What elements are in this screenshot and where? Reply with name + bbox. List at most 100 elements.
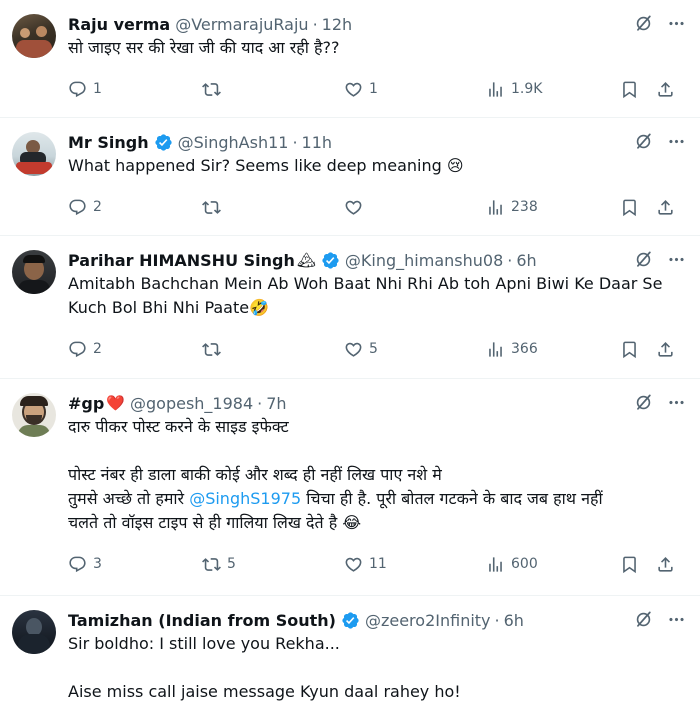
user-handle[interactable]: @gopesh_1984 (130, 394, 253, 413)
reply-icon (68, 80, 87, 99)
bookmark-icon (620, 340, 639, 359)
reply-tweet[interactable]: #gp ❤️ @gopesh_1984 · 7h दारु पीकर पोस्ट… (0, 379, 700, 596)
retweet-count: 5 (227, 556, 236, 572)
more-button[interactable] (667, 610, 686, 629)
user-handle[interactable]: @SinghAsh11 (178, 133, 289, 152)
reply-tweet[interactable]: Parihar HIMANSHU Singh 🏔 @King_himanshu0… (0, 236, 700, 379)
tweet-text-line: तुमसे अच्छे तो हमारे @SinghS1975 चिचा ही… (68, 487, 684, 511)
bookmark-button[interactable] (620, 555, 639, 574)
view-count: 366 (511, 341, 538, 357)
like-count: 1 (369, 81, 378, 97)
separator-dot: · (507, 250, 513, 270)
more-button[interactable] (667, 14, 686, 33)
bookmark-icon (620, 80, 639, 99)
view-count: 1.9K (511, 81, 543, 97)
display-name[interactable]: #gp (68, 394, 104, 413)
retweet-icon (202, 555, 221, 574)
tweet-text-line: What happened Sir? Seems like deep meani… (68, 156, 464, 175)
reply-tweet[interactable]: Tamizhan (Indian from South) @zeero2Infi… (0, 596, 700, 716)
timestamp[interactable]: 6h (504, 611, 524, 630)
tweet-text-line: Amitabh Bachchan Mein Ab Woh Baat Nhi Rh… (68, 274, 663, 293)
reply-button[interactable]: 2 (68, 340, 102, 359)
tweet-text-line: सो जाइए सर की रेखा जी की याद आ रही है?? (68, 38, 340, 57)
timestamp[interactable]: 6h (516, 251, 536, 270)
view-count: 600 (511, 556, 538, 572)
share-button[interactable] (656, 340, 675, 359)
grok-button[interactable] (634, 250, 653, 269)
share-button[interactable] (656, 80, 675, 99)
grok-button[interactable] (634, 132, 653, 151)
action-bar: 2 5 366 (68, 328, 684, 370)
retweet-button[interactable] (202, 198, 227, 217)
timestamp[interactable]: 7h (266, 394, 286, 413)
tweet-text: दारु पीकर पोस्ट करने के साइड इफेक्ट पोस्… (68, 415, 684, 535)
views-button[interactable]: 600 (486, 555, 538, 574)
name-emoji: 🏔 (296, 251, 316, 269)
like-button[interactable]: 1 (344, 80, 378, 99)
tweet-header: #gp ❤️ @gopesh_1984 · 7h (68, 391, 684, 415)
tweet-header: Parihar HIMANSHU Singh 🏔 @King_himanshu0… (68, 248, 684, 272)
share-button[interactable] (656, 555, 675, 574)
display-name[interactable]: Mr Singh (68, 133, 149, 152)
grok-icon (634, 393, 653, 412)
share-button[interactable] (656, 198, 675, 217)
display-name[interactable]: Raju verma (68, 15, 170, 34)
like-count: 11 (369, 556, 387, 572)
mention-link[interactable]: @SinghS1975 (189, 489, 301, 508)
name-emoji: ❤️ (106, 394, 125, 412)
like-button[interactable]: 5 (344, 340, 378, 359)
views-button[interactable]: 366 (486, 340, 538, 359)
tweet-text: Amitabh Bachchan Mein Ab Woh Baat Nhi Rh… (68, 272, 684, 320)
avatar[interactable] (12, 14, 56, 58)
like-button[interactable] (344, 198, 369, 217)
grok-button[interactable] (634, 14, 653, 33)
tweet-text: Sir boldho: I still love you Rekha... Ai… (68, 632, 684, 704)
user-handle[interactable]: @zeero2Infinity (365, 611, 491, 630)
grok-button[interactable] (634, 393, 653, 412)
more-button[interactable] (667, 393, 686, 412)
separator-dot: · (312, 14, 318, 34)
reply-button[interactable]: 1 (68, 80, 102, 99)
reply-button[interactable]: 3 (68, 555, 102, 574)
timestamp[interactable]: 12h (322, 15, 353, 34)
verified-badge-icon (341, 611, 360, 630)
reply-count: 1 (93, 81, 102, 97)
avatar[interactable] (12, 250, 56, 294)
views-button[interactable]: 238 (486, 198, 538, 217)
avatar[interactable] (12, 132, 56, 176)
avatar[interactable] (12, 393, 56, 437)
bookmark-button[interactable] (620, 340, 639, 359)
more-button[interactable] (667, 132, 686, 151)
grok-icon (634, 610, 653, 629)
reply-button[interactable]: 2 (68, 198, 102, 217)
display-name[interactable]: Tamizhan (Indian from South) (68, 611, 336, 630)
timestamp[interactable]: 11h (302, 133, 333, 152)
reply-count: 2 (93, 199, 102, 215)
like-icon (344, 555, 363, 574)
user-handle[interactable]: @VermarajuRaju (175, 15, 308, 34)
user-handle[interactable]: @King_himanshu08 (345, 251, 503, 270)
like-count: 5 (369, 341, 378, 357)
bookmark-button[interactable] (620, 80, 639, 99)
more-button[interactable] (667, 250, 686, 269)
text-segment: तुमसे अच्छे तो हमारे (68, 489, 190, 508)
retweet-button[interactable] (202, 80, 227, 99)
tweet-text-line: चलते तो वॉइस टाइप से ही गालिया लिख देते … (68, 513, 362, 532)
share-icon (656, 555, 675, 574)
tweet-text-line: पोस्ट नंबर ही डाला बाकी कोई और शब्द ही न… (68, 465, 442, 484)
avatar[interactable] (12, 610, 56, 654)
bookmark-button[interactable] (620, 198, 639, 217)
verified-badge-icon (154, 133, 173, 152)
retweet-button[interactable] (202, 340, 227, 359)
retweet-button[interactable]: 5 (202, 555, 236, 574)
like-button[interactable]: 11 (344, 555, 387, 574)
tweet-header: Tamizhan (Indian from South) @zeero2Infi… (68, 608, 684, 632)
reply-tweet[interactable]: Mr Singh @SinghAsh11 · 11h What happened… (0, 118, 700, 236)
reply-tweet[interactable]: Raju verma @VermarajuRaju · 12h सो जाइए … (0, 0, 700, 118)
share-icon (656, 340, 675, 359)
views-button[interactable]: 1.9K (486, 80, 542, 99)
display-name[interactable]: Parihar HIMANSHU Singh (68, 251, 295, 270)
grok-button[interactable] (634, 610, 653, 629)
tweet-header: Mr Singh @SinghAsh11 · 11h (68, 130, 684, 154)
tweet-text-line: Kuch Bol Bhi Nhi Paate🤣 (68, 298, 270, 317)
